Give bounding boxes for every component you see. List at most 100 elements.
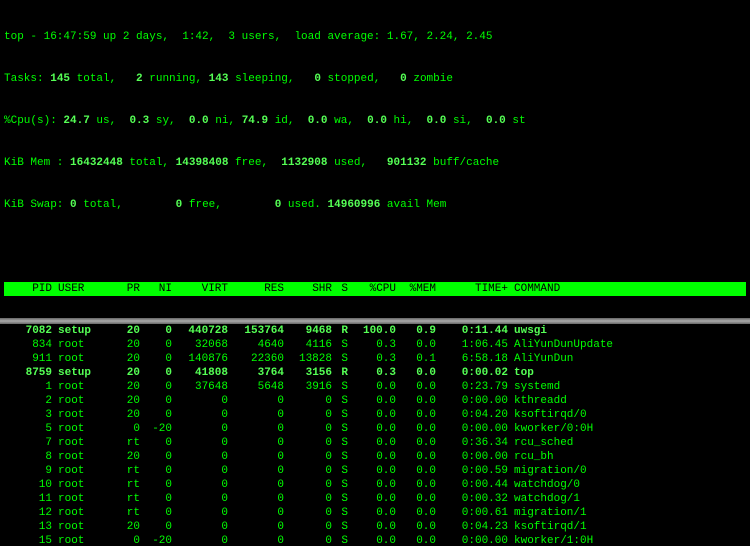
cell-cmd: watchdog/0 <box>508 478 746 492</box>
cell-user: root <box>52 450 108 464</box>
cell-mem: 0.0 <box>396 394 436 408</box>
cell-cpu: 0.0 <box>348 534 396 546</box>
cell-s: S <box>332 338 348 352</box>
cell-pid: 10 <box>4 478 52 492</box>
cell-pid: 11 <box>4 492 52 506</box>
cell-pr: rt <box>108 464 140 478</box>
cell-res: 153764 <box>228 324 284 338</box>
hdr-pr: PR <box>108 282 140 296</box>
cell-s: S <box>332 492 348 506</box>
cell-cmd: migration/1 <box>508 506 746 520</box>
cell-pid: 5 <box>4 422 52 436</box>
cell-mem: 0.1 <box>396 352 436 366</box>
cell-user: setup <box>52 366 108 380</box>
process-list: 7082setup2004407281537649468R100.00.90:1… <box>4 324 746 546</box>
summary-mem: KiB Mem : 16432448 total, 14398408 free,… <box>4 156 746 170</box>
cell-virt: 0 <box>172 464 228 478</box>
cell-pid: 15 <box>4 534 52 546</box>
cell-shr: 3916 <box>284 380 332 394</box>
process-row: 12rootrt0000S0.00.00:00.61migration/1 <box>4 506 746 520</box>
cell-cmd: kworker/1:0H <box>508 534 746 546</box>
process-row: 3root200000S0.00.00:04.20ksoftirqd/0 <box>4 408 746 422</box>
process-row: 911root2001408762236013828S0.30.16:58.18… <box>4 352 746 366</box>
cell-cpu: 0.3 <box>348 366 396 380</box>
hdr-user: USER <box>52 282 108 296</box>
cell-virt: 41808 <box>172 366 228 380</box>
cell-time: 0:00.61 <box>436 506 508 520</box>
cell-ni: 0 <box>140 324 172 338</box>
hdr-pid: PID <box>4 282 52 296</box>
cell-shr: 0 <box>284 506 332 520</box>
cell-cmd: kworker/0:0H <box>508 422 746 436</box>
cell-shr: 0 <box>284 534 332 546</box>
cell-user: root <box>52 464 108 478</box>
cell-cpu: 0.0 <box>348 506 396 520</box>
process-row: 5root0-20000S0.00.00:00.00kworker/0:0H <box>4 422 746 436</box>
cell-time: 0:23.79 <box>436 380 508 394</box>
cell-time: 0:36.34 <box>436 436 508 450</box>
column-header: PID USER PR NI VIRT RES SHR S %CPU %MEM … <box>4 282 746 296</box>
cell-cmd: ksoftirqd/0 <box>508 408 746 422</box>
cell-pr: 20 <box>108 450 140 464</box>
cell-cpu: 0.0 <box>348 464 396 478</box>
cell-res: 5648 <box>228 380 284 394</box>
cell-user: root <box>52 492 108 506</box>
cell-user: root <box>52 520 108 534</box>
hdr-time: TIME+ <box>436 282 508 296</box>
cell-cpu: 0.0 <box>348 422 396 436</box>
cell-time: 0:00.00 <box>436 394 508 408</box>
cell-ni: 0 <box>140 338 172 352</box>
process-row: 834root2003206846404116S0.30.01:06.45Ali… <box>4 338 746 352</box>
cell-pr: rt <box>108 436 140 450</box>
cell-shr: 13828 <box>284 352 332 366</box>
process-row: 15root0-20000S0.00.00:00.00kworker/1:0H <box>4 534 746 546</box>
cell-res: 0 <box>228 492 284 506</box>
cell-virt: 0 <box>172 408 228 422</box>
cell-pid: 7 <box>4 436 52 450</box>
cell-mem: 0.0 <box>396 450 436 464</box>
cell-mem: 0.0 <box>396 478 436 492</box>
cell-pr: 0 <box>108 422 140 436</box>
process-row: 7rootrt0000S0.00.00:36.34rcu_sched <box>4 436 746 450</box>
hdr-res: RES <box>228 282 284 296</box>
cell-pr: 20 <box>108 338 140 352</box>
cell-shr: 0 <box>284 436 332 450</box>
cell-mem: 0.0 <box>396 436 436 450</box>
cell-mem: 0.0 <box>396 408 436 422</box>
cell-cpu: 0.0 <box>348 450 396 464</box>
cell-pr: rt <box>108 492 140 506</box>
blank-line <box>4 240 746 254</box>
cell-ni: 0 <box>140 366 172 380</box>
cell-shr: 0 <box>284 464 332 478</box>
cell-user: root <box>52 394 108 408</box>
cell-shr: 3156 <box>284 366 332 380</box>
cell-mem: 0.0 <box>396 380 436 394</box>
cell-cpu: 0.0 <box>348 478 396 492</box>
cell-pid: 8 <box>4 450 52 464</box>
cell-pr: 20 <box>108 366 140 380</box>
cell-cpu: 0.3 <box>348 352 396 366</box>
cell-user: setup <box>52 324 108 338</box>
cell-res: 0 <box>228 478 284 492</box>
cell-s: S <box>332 450 348 464</box>
cell-time: 0:04.20 <box>436 408 508 422</box>
cell-res: 0 <box>228 422 284 436</box>
cell-ni: 0 <box>140 478 172 492</box>
cell-pr: 20 <box>108 352 140 366</box>
process-row: 7082setup2004407281537649468R100.00.90:1… <box>4 324 746 338</box>
cell-cmd: uwsgi <box>508 324 746 338</box>
cell-mem: 0.0 <box>396 506 436 520</box>
process-row: 11rootrt0000S0.00.00:00.32watchdog/1 <box>4 492 746 506</box>
cell-s: R <box>332 366 348 380</box>
cell-cmd: systemd <box>508 380 746 394</box>
hdr-ni: NI <box>140 282 172 296</box>
cell-ni: 0 <box>140 520 172 534</box>
cell-pid: 911 <box>4 352 52 366</box>
cell-ni: 0 <box>140 492 172 506</box>
cell-ni: 0 <box>140 450 172 464</box>
terminal[interactable]: top - 16:47:59 up 2 days, 1:42, 3 users,… <box>0 0 750 546</box>
process-row: 8759setup2004180837643156R0.30.00:00.02t… <box>4 366 746 380</box>
cell-pid: 2 <box>4 394 52 408</box>
cell-user: root <box>52 506 108 520</box>
cell-virt: 0 <box>172 506 228 520</box>
